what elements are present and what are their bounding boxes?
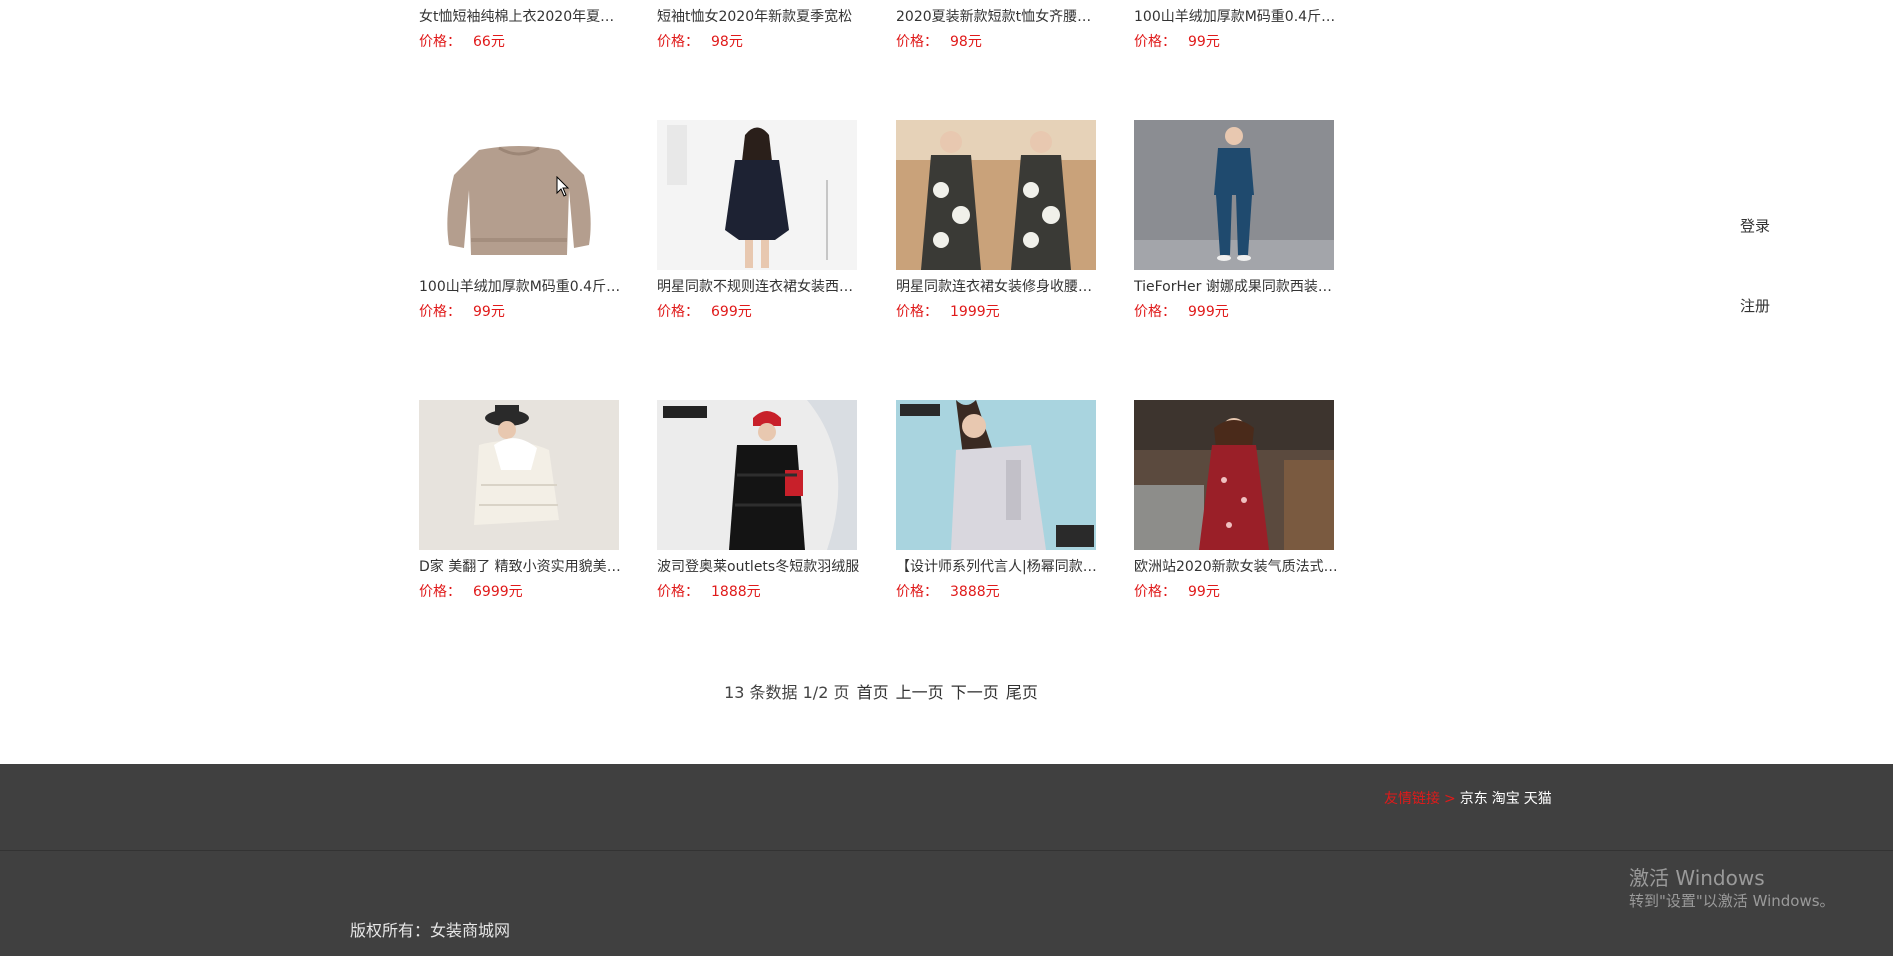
product-title[interactable]: 欧洲站2020新款女装气质法式连衣裙 <box>1134 558 1339 576</box>
first-page-link[interactable]: 首页 <box>857 683 889 702</box>
watermark-subtitle: 转到"设置"以激活 Windows。 <box>1629 892 1835 910</box>
product-image[interactable] <box>896 120 1096 270</box>
product-price: 价格： 99元 <box>1134 34 1220 50</box>
product-price: 价格： 66元 <box>419 34 505 50</box>
product-image[interactable] <box>896 400 1096 550</box>
windows-activation-watermark: 激活 Windows 转到"设置"以激活 Windows。 <box>1629 865 1835 911</box>
copyright-text: 版权所有：女装商城网 <box>350 921 511 940</box>
product-price: 价格： 98元 <box>896 34 982 50</box>
product-title[interactable]: 100山羊绒加厚款M码重0.4斤毛衣 <box>1134 8 1339 26</box>
product-title[interactable]: 短袖t恤女2020年新款夏季宽松 <box>657 8 862 26</box>
friend-link-taobao[interactable]: 淘宝 <box>1492 791 1520 807</box>
product-card[interactable]: 女t恤短袖纯棉上衣2020年夏季新款 价格： 66元 <box>419 0 624 51</box>
product-card[interactable]: 明星同款连衣裙女装修身收腰印花 价格： 1999元 <box>896 120 1101 321</box>
product-price: 价格： 6999元 <box>419 584 523 600</box>
product-title[interactable]: 【设计师系列代言人|杨幂同款羽绒服 <box>896 558 1101 576</box>
product-price: 价格： 99元 <box>419 304 505 320</box>
product-price: 价格： 99元 <box>1134 584 1220 600</box>
fur-coat-photo <box>419 400 619 550</box>
watermark-title: 激活 Windows <box>1629 866 1765 890</box>
friend-links-separator: > <box>1444 791 1456 807</box>
product-title[interactable]: 100山羊绒加厚款M码重0.4斤毛衣 <box>419 278 624 296</box>
friend-links: 友情链接 > 京东 淘宝 天猫 <box>1384 790 1556 808</box>
product-image[interactable] <box>657 120 857 270</box>
next-page-link[interactable]: 下一页 <box>951 683 999 702</box>
product-title[interactable]: 2020夏装新款短款t恤女齐腰上衣 <box>896 8 1101 26</box>
product-price: 价格： 1999元 <box>896 304 1000 320</box>
product-title[interactable]: 明星同款连衣裙女装修身收腰印花 <box>896 278 1101 296</box>
product-title[interactable]: TieForHer 谢娜成果同款西装套装 <box>1134 278 1339 296</box>
product-card[interactable]: 【设计师系列代言人|杨幂同款羽绒服 价格：3888元 <box>896 400 1101 601</box>
product-image[interactable] <box>419 120 619 270</box>
product-price: 价格： 699元 <box>657 304 752 320</box>
product-card[interactable]: 明星同款不规则连衣裙女装西装裙 价格： 699元 <box>657 120 862 321</box>
product-grid: 女t恤短袖纯棉上衣2020年夏季新款 价格： 66元 短袖t恤女2020年新款夏季… <box>419 0 1339 700</box>
parka-photo <box>896 400 1096 550</box>
sweater-photo <box>419 120 619 270</box>
pagination: 13 条数据 1/2 页 首页 上一页 下一页 尾页 <box>0 682 1762 704</box>
product-image[interactable] <box>419 400 619 550</box>
page: 女t恤短袖纯棉上衣2020年夏季新款 价格： 66元 短袖t恤女2020年新款夏季… <box>0 0 1893 956</box>
product-image[interactable] <box>1134 120 1334 270</box>
prev-page-link[interactable]: 上一页 <box>896 683 944 702</box>
product-title[interactable]: 波司登奥莱outlets冬短款羽绒服 <box>657 558 862 576</box>
last-page-link[interactable]: 尾页 <box>1006 683 1038 702</box>
friend-links-label: 友情链接 <box>1384 791 1440 807</box>
product-card[interactable]: 欧洲站2020新款女装气质法式连衣裙 价格：99元 <box>1134 400 1339 601</box>
friend-link-jd[interactable]: 京东 <box>1460 791 1488 807</box>
product-card[interactable]: TieForHer 谢娜成果同款西装套装 价格： 999元 <box>1134 120 1339 321</box>
product-price: 价格： 3888元 <box>896 584 1000 600</box>
product-card[interactable]: 100山羊绒加厚款M码重0.4斤毛衣 价格： 99元 <box>1134 0 1339 51</box>
red-dress-photo <box>1134 400 1334 550</box>
product-card[interactable]: 短袖t恤女2020年新款夏季宽松 价格： 98元 <box>657 0 857 51</box>
product-price: 价格： 1888元 <box>657 584 761 600</box>
product-card[interactable]: 2020夏装新款短款t恤女齐腰上衣 价格： 98元 <box>896 0 1101 51</box>
friend-link-tmall[interactable]: 天猫 <box>1524 791 1552 807</box>
footer-links-bar: 友情链接 > 京东 淘宝 天猫 <box>0 764 1893 851</box>
product-image[interactable] <box>657 400 857 550</box>
down-jacket-photo <box>657 400 857 550</box>
product-card[interactable]: 100山羊绒加厚款M码重0.4斤毛衣 价格： 99元 <box>419 120 624 321</box>
product-title[interactable]: 女t恤短袖纯棉上衣2020年夏季新款 <box>419 8 624 26</box>
footer-copyright-bar: 激活 Windows 转到"设置"以激活 Windows。 版权所有：女装商城网 <box>0 851 1893 956</box>
product-title[interactable]: 明星同款不规则连衣裙女装西装裙 <box>657 278 862 296</box>
product-card[interactable]: D家 美翻了 精致小资实用貌美外套 价格： 6999元 <box>419 400 624 601</box>
product-card[interactable]: 波司登奥莱outlets冬短款羽绒服 价格： 1888元 <box>657 400 859 601</box>
floral-dress-photo <box>896 120 1096 270</box>
product-price: 价格： 98元 <box>657 34 743 50</box>
product-price: 价格： 999元 <box>1134 304 1229 320</box>
product-title[interactable]: D家 美翻了 精致小资实用貌美外套 <box>419 558 624 576</box>
pagination-summary: 13 条数据 1/2 页 <box>724 683 850 702</box>
register-link[interactable]: 注册 <box>1740 296 1770 316</box>
login-link[interactable]: 登录 <box>1740 216 1770 236</box>
product-image[interactable] <box>1134 400 1334 550</box>
suit-photo <box>1134 120 1334 270</box>
blazer-dress-photo <box>657 120 857 270</box>
